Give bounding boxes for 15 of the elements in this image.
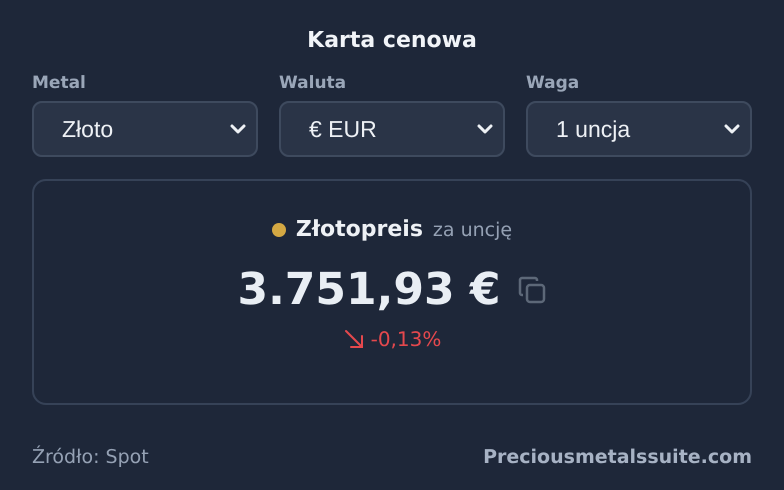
dropdown-select[interactable]: 1 uncja <box>526 101 752 157</box>
dropdown-select[interactable]: Złoto <box>32 101 258 157</box>
unit-label: za uncję <box>432 218 512 240</box>
field-label: Metal <box>32 73 87 93</box>
change-percent: -0,13% <box>370 327 442 351</box>
copy-icon[interactable] <box>516 274 547 304</box>
card-title: Karta cenowa <box>306 28 478 53</box>
metal-name: Złotopreis <box>296 217 423 242</box>
field-label: Waluta <box>279 73 348 93</box>
price-value: 3.751,93 € <box>237 264 501 315</box>
source-label: Źródło: Spot <box>32 446 149 468</box>
arrow-down-right-icon <box>342 328 365 350</box>
dropdown-select[interactable]: € EUR <box>279 101 505 157</box>
website-link[interactable]: Preciousmetalssuite.com <box>483 446 752 468</box>
field-label: Waga <box>526 73 580 93</box>
